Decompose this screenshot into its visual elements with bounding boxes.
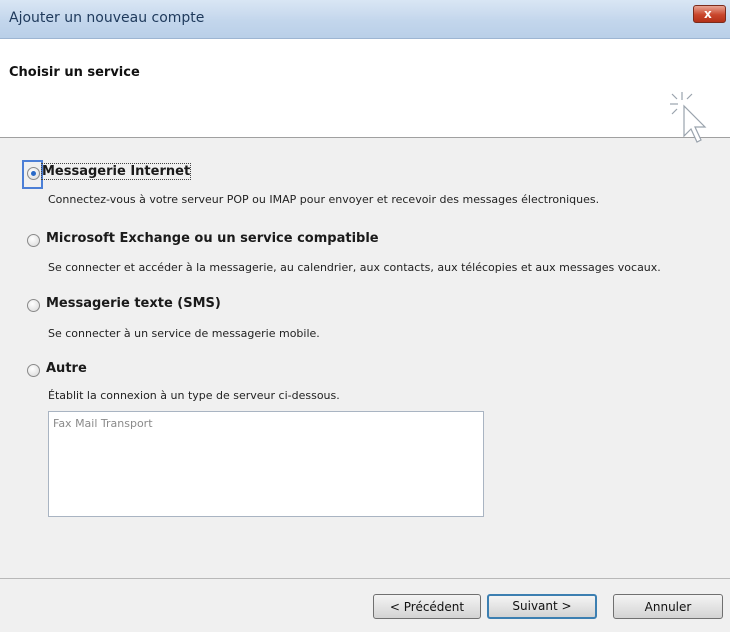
close-icon: x [704,7,712,21]
option-messagerie-texte-description: Se connecter à un service de messagerie … [48,327,320,340]
option-messagerie-texte-label[interactable]: Messagerie texte (SMS) [46,296,221,311]
title-bar[interactable]: Ajouter un nouveau compte x [0,0,730,39]
list-item-fax-mail-transport[interactable]: Fax Mail Transport [53,417,153,430]
radio-messagerie-texte[interactable] [27,299,40,312]
wizard-cursor-icon [670,92,707,143]
wizard-header: Choisir un service [0,39,730,143]
window-title: Ajouter un nouveau compte [9,10,205,26]
radio-messagerie-internet[interactable] [27,167,40,180]
option-autre-label[interactable]: Autre [46,361,87,376]
server-type-list[interactable]: Fax Mail Transport [48,411,484,517]
radio-microsoft-exchange[interactable] [27,234,40,247]
next-button[interactable]: Suivant > [487,594,597,619]
close-button[interactable]: x [693,5,726,23]
option-microsoft-exchange-description: Se connecter et accéder à la messagerie,… [48,261,661,274]
cancel-button[interactable]: Annuler [613,594,723,619]
add-account-dialog: Ajouter un nouveau compte x Choisir un s… [0,0,730,632]
option-messagerie-internet-label[interactable]: Messagerie Internet [40,163,192,180]
option-messagerie-internet-description: Connectez-vous à votre serveur POP ou IM… [48,193,600,206]
footer-separator [0,578,730,579]
page-title: Choisir un service [9,65,140,80]
radio-autre[interactable] [27,364,40,377]
option-autre-description: Établit la connexion à un type de serveu… [48,389,340,402]
option-microsoft-exchange-label[interactable]: Microsoft Exchange ou un service compati… [46,231,379,246]
previous-button[interactable]: < Précédent [373,594,481,619]
